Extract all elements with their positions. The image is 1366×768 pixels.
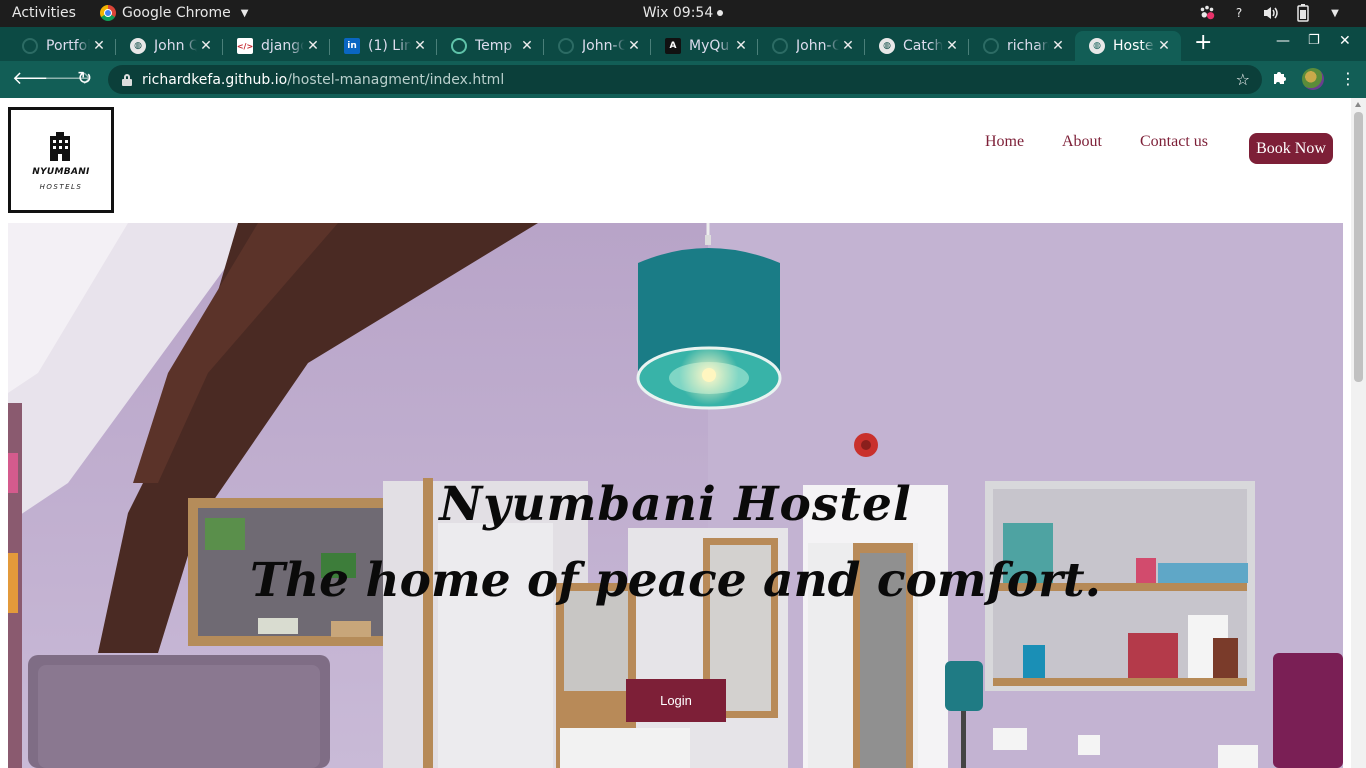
tab-title: John-G <box>582 38 625 54</box>
menu-kebab-icon[interactable]: ⋮ <box>1340 69 1356 88</box>
tab-title: (1) LinkedIn <box>368 38 411 54</box>
volume-icon[interactable] <box>1262 4 1280 22</box>
tab-2[interactable]: </> django ✕ <box>223 31 330 61</box>
tab-title: Catch <box>903 38 943 54</box>
scrollbar-thumb[interactable] <box>1354 112 1363 382</box>
logo-name: NYUMBANI <box>32 167 90 177</box>
profile-avatar[interactable] <box>1302 68 1324 90</box>
extensions-icon[interactable] <box>1271 70 1287 90</box>
close-icon[interactable]: ✕ <box>1155 38 1173 54</box>
tab-strip: Portfolio ✕ ◍ John Q ✕ </> django ✕ in (… <box>0 27 1366 61</box>
url-path: /hostel-managment/index.html <box>287 71 505 88</box>
page-viewport: NYUMBANI HOSTELS Home About Contact us B… <box>0 98 1366 768</box>
tab-title: Hostel <box>1113 38 1155 54</box>
new-tab-button[interactable]: + <box>1194 31 1212 55</box>
address-bar[interactable]: richardkefa.github.io/hostel-managment/i… <box>108 65 1262 94</box>
tab-5[interactable]: John-G ✕ <box>544 31 651 61</box>
tab-title: django <box>261 38 304 54</box>
minimize-icon[interactable]: — <box>1276 33 1290 49</box>
activities-button[interactable]: Activities <box>12 5 76 21</box>
notification-dot <box>717 10 724 16</box>
tab-1[interactable]: ◍ John Q ✕ <box>116 31 223 61</box>
chrome-icon <box>100 5 116 21</box>
globe-icon: ◍ <box>879 38 895 54</box>
login-button[interactable]: Login <box>626 679 726 722</box>
chevron-down-icon: ▼ <box>240 7 249 19</box>
close-icon[interactable]: ✕ <box>943 38 961 54</box>
chevron-down-icon[interactable]: ▼ <box>1326 4 1344 22</box>
tab-6[interactable]: A MyQu ✕ <box>651 31 758 61</box>
app-name: Google Chrome <box>122 5 231 21</box>
close-window-icon[interactable]: ✕ <box>1339 33 1351 49</box>
close-icon[interactable]: ✕ <box>732 38 750 54</box>
nav-home[interactable]: Home <box>985 133 1024 151</box>
github-icon <box>983 38 999 54</box>
tab-title: MyQu <box>689 38 730 54</box>
template-icon <box>451 38 467 54</box>
tab-10-active[interactable]: ◍ Hostel ✕ <box>1075 31 1181 61</box>
close-icon[interactable]: ✕ <box>197 38 215 54</box>
tab-0[interactable]: Portfolio ✕ <box>8 31 116 61</box>
paw-icon[interactable] <box>1198 4 1216 22</box>
tab-title: Temp <box>475 38 513 54</box>
book-now-button[interactable]: Book Now <box>1249 133 1333 164</box>
nav-contact[interactable]: Contact us <box>1140 133 1208 151</box>
globe-icon: ◍ <box>130 38 146 54</box>
restore-icon[interactable]: ❐ <box>1308 33 1320 48</box>
hero-subtitle: The home of peace and comfort. <box>250 553 1101 608</box>
close-icon[interactable]: ✕ <box>411 38 429 54</box>
hero-section: Nyumbani Hostel The home of peace and co… <box>8 223 1343 768</box>
tab-4[interactable]: Temp ✕ <box>437 31 544 61</box>
close-icon[interactable]: ✕ <box>839 38 857 54</box>
tab-title: Portfolio <box>46 38 90 54</box>
tab-3[interactable]: in (1) LinkedIn ✕ <box>330 31 437 61</box>
github-icon <box>558 38 574 54</box>
nav-about[interactable]: About <box>1062 133 1102 151</box>
page-scrollbar[interactable] <box>1351 98 1366 768</box>
app-menu[interactable]: Google Chrome ▼ <box>100 5 248 21</box>
close-icon[interactable]: ✕ <box>304 38 322 54</box>
url-host: richardkefa.github.io <box>142 71 288 88</box>
scroll-up-icon[interactable] <box>1355 102 1361 107</box>
tab-title: John Q <box>154 38 197 54</box>
reload-icon[interactable]: ↻ <box>77 69 92 89</box>
tab-title: John-G <box>796 38 839 54</box>
globe-icon: ◍ <box>1089 38 1105 54</box>
tab-7[interactable]: John-G ✕ <box>758 31 865 61</box>
close-icon[interactable]: ✕ <box>518 38 536 54</box>
lock-icon[interactable] <box>122 73 132 86</box>
angular-icon: A <box>665 38 681 54</box>
github-icon <box>22 38 38 54</box>
battery-icon[interactable] <box>1294 4 1312 22</box>
tab-title: richard <box>1007 38 1049 54</box>
close-icon[interactable]: ✕ <box>90 38 108 54</box>
browser-toolbar: 🡐 🡒 ↻ richardkefa.github.io/hostel-manag… <box>0 61 1366 98</box>
building-icon <box>50 132 70 161</box>
github-icon <box>772 38 788 54</box>
hero-title: Nyumbani Hostel <box>439 477 912 532</box>
tab-8[interactable]: ◍ Catch ✕ <box>865 31 969 61</box>
close-icon[interactable]: ✕ <box>625 38 643 54</box>
system-tray[interactable]: ? ▼ <box>1198 4 1344 22</box>
site-logo[interactable]: NYUMBANI HOSTELS <box>8 107 114 213</box>
bookmark-star-icon[interactable]: ☆ <box>1236 70 1250 89</box>
code-icon: </> <box>237 38 253 54</box>
help-icon[interactable]: ? <box>1230 4 1248 22</box>
close-icon[interactable]: ✕ <box>1049 38 1067 54</box>
linkedin-icon: in <box>344 38 360 54</box>
logo-subtitle: HOSTELS <box>39 183 83 191</box>
system-top-bar: Activities Google Chrome ▼ Wix 09:54 ? ▼ <box>0 0 1366 27</box>
tab-9[interactable]: richard ✕ <box>969 31 1075 61</box>
clock-text: Wix 09:54 <box>642 5 714 21</box>
